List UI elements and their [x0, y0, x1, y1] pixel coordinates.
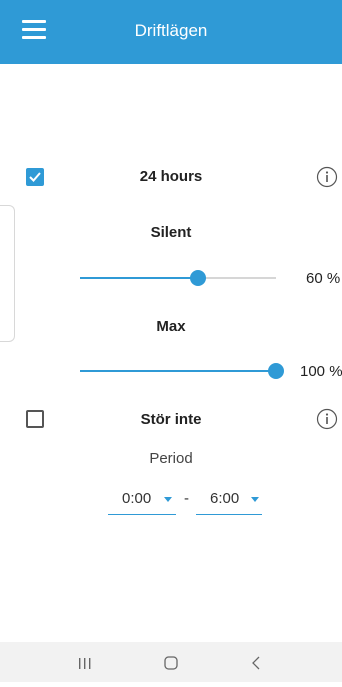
period-from-value: 0:00 [122, 490, 152, 507]
max-slider-thumb[interactable] [268, 363, 284, 379]
app-bar: Driftlägen [0, 0, 342, 64]
recent-apps-icon [79, 658, 91, 669]
silent-slider-thumb[interactable] [190, 270, 206, 286]
period-label: Period [149, 450, 193, 467]
max-label: Max [156, 318, 186, 335]
silent-slider[interactable] [80, 270, 276, 286]
silent-label: Silent [150, 224, 192, 241]
period-to-select[interactable]: 6:00 [196, 488, 262, 515]
period-to-value: 6:00 [210, 490, 240, 507]
chevron-down-icon [164, 497, 172, 502]
silent-slider-fill [80, 277, 198, 279]
silent-value: 60 % [306, 270, 341, 287]
info-icon[interactable] [316, 408, 338, 430]
period-separator: - [184, 490, 189, 507]
back-icon [252, 656, 260, 670]
home-icon [164, 656, 178, 670]
max-slider-fill [80, 370, 276, 372]
recent-apps-button[interactable] [55, 642, 115, 682]
home-button[interactable] [141, 642, 201, 682]
info-icon[interactable] [316, 166, 338, 188]
hours24-label: 24 hours [139, 168, 203, 185]
do-not-disturb-label: Stör inte [140, 411, 202, 428]
max-value: 100 % [300, 363, 342, 380]
page-title: Driftlägen [134, 21, 208, 40]
max-slider[interactable] [80, 363, 284, 379]
system-nav-bar [0, 642, 342, 682]
back-button[interactable] [225, 642, 285, 682]
period-from-select[interactable]: 0:00 [108, 488, 176, 515]
chevron-down-icon [251, 497, 259, 502]
